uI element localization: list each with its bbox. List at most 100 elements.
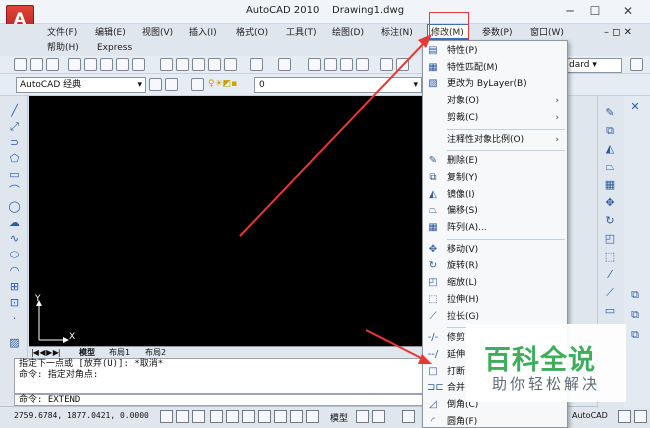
new-icon[interactable] (14, 58, 27, 71)
3d-dwf-icon[interactable] (116, 58, 129, 71)
hatch-icon[interactable]: ▨ (8, 336, 21, 349)
insert-block-icon[interactable]: ⊞ (8, 280, 21, 293)
modify-menu-item[interactable]: ◰ 缩放(L) (423, 275, 567, 291)
modify-menu-item[interactable]: ◜ 圆角(F) (423, 414, 567, 428)
modify-menu-item[interactable]: ✥ 移动(V) (423, 242, 567, 258)
modify-menu-item[interactable]: ⟋ 拉长(G) (423, 309, 567, 325)
properties-toolbar-icon[interactable] (380, 58, 393, 71)
polar-toggle[interactable] (210, 410, 223, 423)
tab-layout2[interactable]: 布局2 (145, 347, 166, 358)
cut-icon[interactable] (160, 58, 173, 71)
array-tool-icon[interactable]: ▦ (603, 178, 617, 192)
extend-tool-icon[interactable]: ⟋ (603, 286, 617, 300)
doc-window-controls[interactable]: – ◻ ✕ (604, 26, 632, 40)
modify-menu-item[interactable]: ⬚ 拉伸(H) (423, 292, 567, 308)
plot-icon[interactable] (68, 58, 81, 71)
command-input[interactable]: 命令: EXTEND (14, 394, 425, 406)
annotation-scale[interactable]: AutoCAD (572, 411, 608, 420)
erase-tool-icon[interactable]: ✎ (603, 106, 617, 120)
design-center-icon[interactable] (396, 58, 409, 71)
modify-menu-item[interactable]: ✎ 删除(E) (423, 153, 567, 169)
menu-parametric[interactable]: 参数(P) (482, 26, 512, 40)
modify-menu-item[interactable]: ◭ 镜像(I) (423, 187, 567, 203)
spline-icon[interactable]: ∿ (8, 232, 21, 245)
menu-tools[interactable]: 工具(T) (286, 26, 317, 40)
redo-icon[interactable] (278, 58, 291, 71)
model-space-button[interactable]: 模型 (330, 411, 348, 424)
grid-toggle[interactable] (176, 410, 189, 423)
bring-front-icon[interactable]: ⧉ (628, 308, 642, 322)
menu-express[interactable]: Express (97, 41, 132, 55)
lwt-toggle[interactable] (290, 410, 303, 423)
workspace-settings-icon[interactable] (149, 78, 162, 91)
modify-menu-item[interactable]: ▦ 阵列(A)... (423, 220, 567, 236)
ellipse-icon[interactable]: ⬭ (8, 248, 21, 261)
panel-close-icon[interactable]: ✕ (628, 100, 642, 114)
menu-format[interactable]: 格式(O) (236, 26, 268, 40)
paste-icon[interactable] (192, 58, 205, 71)
modify-menu-item[interactable]: ▤ 特性(P) (423, 43, 567, 59)
modify-menu-item[interactable]: ↻ 旋转(R) (423, 258, 567, 274)
layout-view-icon-2[interactable] (372, 410, 385, 423)
publish-3d-icon[interactable] (132, 58, 145, 71)
copy-clip-icon[interactable] (176, 58, 189, 71)
preview-icon[interactable] (84, 58, 97, 71)
ortho-toggle[interactable] (192, 410, 205, 423)
point-icon[interactable]: · (8, 312, 21, 325)
modify-menu-item[interactable]: 注释性对象比例(O) › (423, 132, 567, 148)
tab-model[interactable]: 模型 (79, 347, 95, 358)
arc-icon[interactable]: ⌒ (8, 184, 21, 197)
polygon-icon[interactable]: ⬠ (8, 152, 21, 165)
layer-manager-icon[interactable] (191, 78, 204, 91)
menu-dimension[interactable]: 标注(N) (381, 26, 413, 40)
publish-icon[interactable] (100, 58, 113, 71)
layer-dropdown[interactable]: 0 ▾ (254, 77, 422, 93)
menu-edit[interactable]: 编辑(E) (95, 26, 126, 40)
minimize-button[interactable]: ─ (560, 3, 580, 19)
otrack-toggle[interactable] (242, 410, 255, 423)
clean-screen-icon[interactable] (634, 410, 647, 423)
modify-menu-item[interactable]: 剪裁(C) › (423, 110, 567, 126)
draw-order-icon[interactable]: ⧉ (628, 288, 642, 302)
mirror-tool-icon[interactable]: ◭ (603, 142, 617, 156)
make-block-icon[interactable]: ⊡ (8, 296, 21, 309)
move-tool-icon[interactable]: ✥ (603, 196, 617, 210)
send-back-icon[interactable]: ⧉ (628, 328, 642, 342)
qp-toggle[interactable] (306, 410, 319, 423)
maximize-button[interactable]: ☐ (585, 3, 605, 19)
revcloud-icon[interactable]: ☁ (8, 216, 21, 229)
modify-menu-item[interactable]: ▦ 特性匹配(M) (423, 60, 567, 76)
offset-tool-icon[interactable]: ⏢ (603, 160, 617, 174)
break-tool-icon[interactable]: ▭ (603, 304, 617, 318)
menu-draw[interactable]: 绘图(D) (332, 26, 364, 40)
menu-help[interactable]: 帮助(H) (47, 41, 79, 55)
close-button[interactable]: ✕ (618, 3, 638, 19)
save-icon[interactable] (46, 58, 59, 71)
modify-menu-item[interactable]: 对象(O) › (423, 93, 567, 109)
open-icon[interactable] (30, 58, 43, 71)
dim-style-icon[interactable] (630, 58, 643, 71)
menu-window[interactable]: 窗口(W) (530, 26, 564, 40)
rotate-tool-icon[interactable]: ↻ (603, 214, 617, 228)
line-icon[interactable]: ╱ (8, 104, 21, 117)
zoom-realtime-icon[interactable] (324, 58, 337, 71)
menu-file[interactable]: 文件(F) (47, 26, 77, 40)
rectangle-icon[interactable]: ▭ (8, 168, 21, 181)
zoom-window-icon[interactable] (340, 58, 353, 71)
menu-insert[interactable]: 插入(I) (189, 26, 217, 40)
layer-state-icons[interactable]: ♀☀◩▪ (208, 79, 248, 91)
layout-view-icon[interactable] (356, 410, 369, 423)
workspace-dropdown[interactable]: AutoCAD 经典 ▾ (16, 77, 146, 93)
text-style-dropdown[interactable]: dard ▾ (566, 58, 622, 73)
tab-nav-buttons[interactable]: |◀ ◀ ▶ ▶| (31, 347, 61, 358)
match-prop-icon[interactable] (208, 58, 221, 71)
modify-menu-item[interactable]: ▧ 更改为 ByLayer(B) (423, 76, 567, 92)
tab-layout1[interactable]: 布局1 (109, 347, 130, 358)
workspace-toolbar-icon[interactable] (165, 78, 178, 91)
ducs-toggle[interactable] (258, 410, 271, 423)
copy-tool-icon[interactable]: ⧉ (603, 124, 617, 138)
pan-status-icon[interactable] (402, 410, 415, 423)
ellipse-arc-icon[interactable]: ◠ (8, 264, 21, 277)
stretch-tool-icon[interactable]: ⬚ (603, 250, 617, 264)
osnap-toggle[interactable] (226, 410, 239, 423)
